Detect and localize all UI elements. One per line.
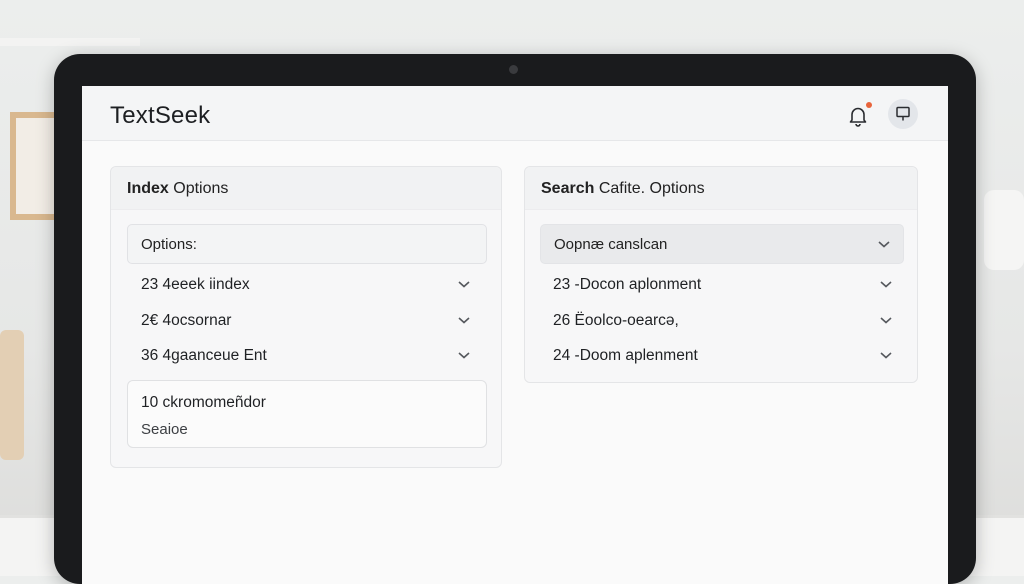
notification-badge [866, 102, 872, 108]
search-options-panel: Search Cafite. Options Oopnæ canslcan 23… [524, 166, 918, 383]
chevron-down-icon [458, 317, 470, 324]
index-option-row[interactable]: 23 4eeek iindex [141, 270, 471, 300]
background-shelf [0, 38, 140, 46]
chevron-down-icon [878, 241, 890, 248]
search-options-title: Search Cafite. Options [541, 180, 705, 197]
webcam [509, 65, 518, 74]
index-option-label: 36 4gaanceue Ent [141, 347, 267, 364]
search-option-row[interactable]: 24 -Doom aplenment [553, 341, 898, 371]
index-option-label: 23 4eeek iindex [141, 276, 250, 293]
app-screen: TextSeek Index Options Options: 23 4eeek… [82, 86, 948, 584]
index-info-subtitle: Seaioe [141, 421, 188, 438]
index-options-dropdown[interactable]: Options: [127, 224, 487, 264]
search-options-dropdown-value: Oopnæ canslcan [554, 236, 668, 253]
search-option-row[interactable]: 23 -Docon aplonment [553, 270, 898, 300]
chevron-down-icon [880, 317, 892, 324]
search-option-label: 26 Ëoolco-oearcə, [553, 312, 679, 329]
search-options-header: Search Cafite. Options [525, 167, 917, 210]
search-option-label: 23 -Docon aplonment [553, 276, 702, 293]
index-option-row[interactable]: 36 4gaanceue Ent [141, 341, 471, 371]
index-options-header: Index Options [111, 167, 501, 210]
device-button[interactable] [888, 99, 918, 129]
background-lamp [984, 190, 1024, 270]
monitor: TextSeek Index Options Options: 23 4eeek… [54, 54, 976, 584]
background-vase [0, 330, 24, 460]
index-options-panel: Index Options Options: 23 4eeek iindex 2… [110, 166, 502, 468]
chevron-down-icon [880, 281, 892, 288]
top-bar: TextSeek [82, 86, 948, 141]
app-title: TextSeek [110, 102, 211, 129]
index-option-label: 2€ 4ocsornar [141, 312, 232, 329]
index-info-title: 10 ckromomeñdor [141, 394, 266, 411]
search-option-row[interactable]: 26 Ëoolco-oearcə, [553, 306, 898, 336]
index-option-row[interactable]: 2€ 4ocsornar [141, 306, 471, 336]
chevron-down-icon [880, 352, 892, 359]
chevron-down-icon [458, 281, 470, 288]
search-option-label: 24 -Doom aplenment [553, 347, 698, 364]
chevron-down-icon [458, 352, 470, 359]
device-icon [896, 106, 910, 121]
search-options-dropdown[interactable]: Oopnæ canslcan [540, 224, 904, 264]
index-info-card[interactable]: 10 ckromomeñdor Seaioe [127, 380, 487, 448]
index-options-title: Index Options [127, 180, 229, 197]
index-options-dropdown-label: Options: [141, 236, 197, 253]
bell-icon[interactable] [846, 104, 870, 128]
